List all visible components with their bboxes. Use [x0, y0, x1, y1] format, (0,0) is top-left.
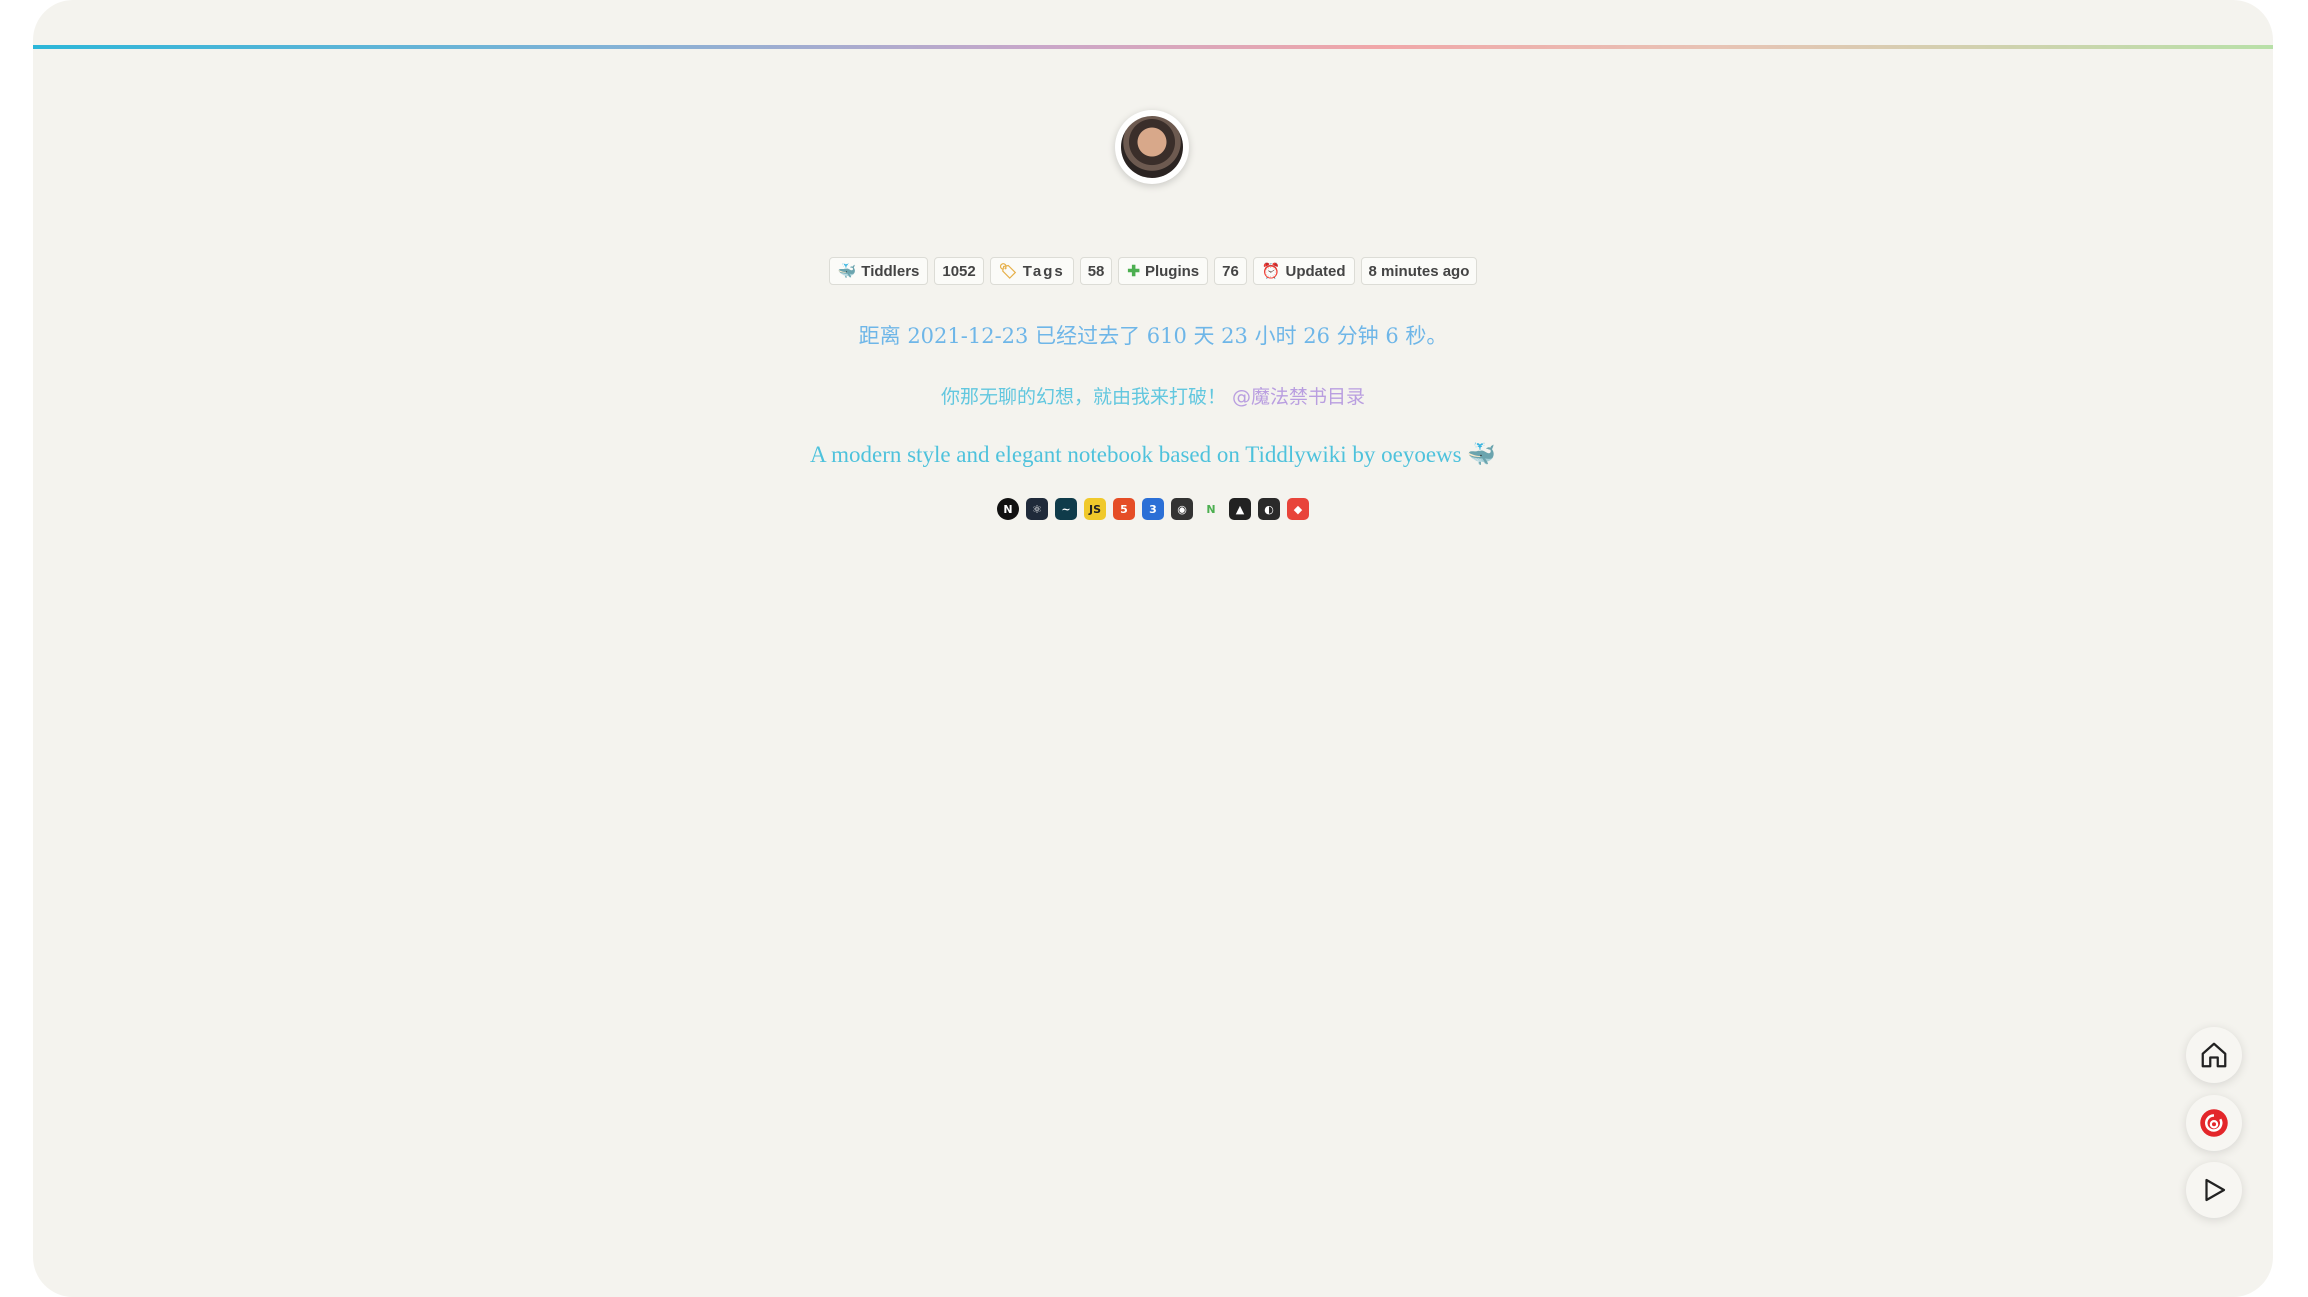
badge-plugins-value: 76 [1214, 257, 1247, 285]
css3-icon[interactable]: 3 [1142, 498, 1164, 520]
whale-emoji-icon: 🐳 [1467, 442, 1496, 467]
clock-icon: ⏰ [1261, 263, 1281, 280]
play-icon [2205, 1178, 2226, 1202]
badge-tiddlers-value: 1052 [934, 257, 984, 285]
avatar[interactable] [1115, 110, 1189, 184]
countdown-text: 距离 2021-12-23 已经过去了 610 天 23 小时 26 分钟 6 … [858, 324, 1448, 348]
stats-badges: 🐳 Tiddlers 1052 🏷 Tags 58 ✚ Plugins 76 ⏰… [33, 257, 2273, 285]
tagline-text: A modern style and elegant notebook base… [810, 442, 1462, 467]
play-button[interactable] [2186, 1162, 2242, 1218]
puzzle-icon: ✚ [1127, 263, 1140, 280]
nextjs-icon[interactable]: N [997, 498, 1019, 520]
react-icon[interactable]: ⚛ [1026, 498, 1048, 520]
nodejs-icon[interactable]: N [1200, 498, 1222, 520]
badge-plugins-label[interactable]: ✚ Plugins [1118, 257, 1209, 285]
badge-updated-label[interactable]: ⏰ Updated [1252, 257, 1355, 285]
whale-icon: 🐳 [837, 263, 857, 280]
tag-icon: 🏷 [998, 263, 1018, 280]
badge-updated-value: 8 minutes ago [1360, 257, 1478, 285]
github-icon[interactable]: ◉ [1171, 498, 1193, 520]
html5-icon[interactable]: 5 [1113, 498, 1135, 520]
home-button[interactable] [2186, 1027, 2242, 1083]
tailwind-icon[interactable]: ~ [1055, 498, 1077, 520]
badge-tiddlers-label[interactable]: 🐳 Tiddlers [828, 257, 929, 285]
motto-handle[interactable]: @魔法禁书目录 [1232, 386, 1365, 408]
neovim-icon[interactable]: ◐ [1258, 498, 1280, 520]
tagline: A modern style and elegant notebook base… [33, 441, 2273, 468]
javascript-icon[interactable]: JS [1084, 498, 1106, 520]
git-icon[interactable]: ◆ [1287, 498, 1309, 520]
motto-line: 你那无聊的幻想，就由我来打破！ @魔法禁书目录 [33, 382, 2273, 409]
page-frame: 🐳 Tiddlers 1052 🏷 Tags 58 ✚ Plugins 76 ⏰… [33, 0, 2273, 1297]
linux-icon[interactable]: ▲ [1229, 498, 1251, 520]
badge-tags-value: 58 [1079, 257, 1113, 285]
motto-text: 你那无聊的幻想，就由我来打破！ [940, 386, 1226, 408]
netease-music-icon [2200, 1109, 2228, 1137]
tech-icons: N ⚛ ~ JS 5 3 ◉ N ▲ ◐ ◆ [33, 498, 2273, 520]
home-icon [2201, 1042, 2227, 1068]
avatar-image [1121, 116, 1183, 178]
top-gradient-line [33, 45, 2273, 49]
music-button[interactable] [2186, 1095, 2242, 1151]
badge-tags-label[interactable]: 🏷 Tags [989, 257, 1074, 285]
